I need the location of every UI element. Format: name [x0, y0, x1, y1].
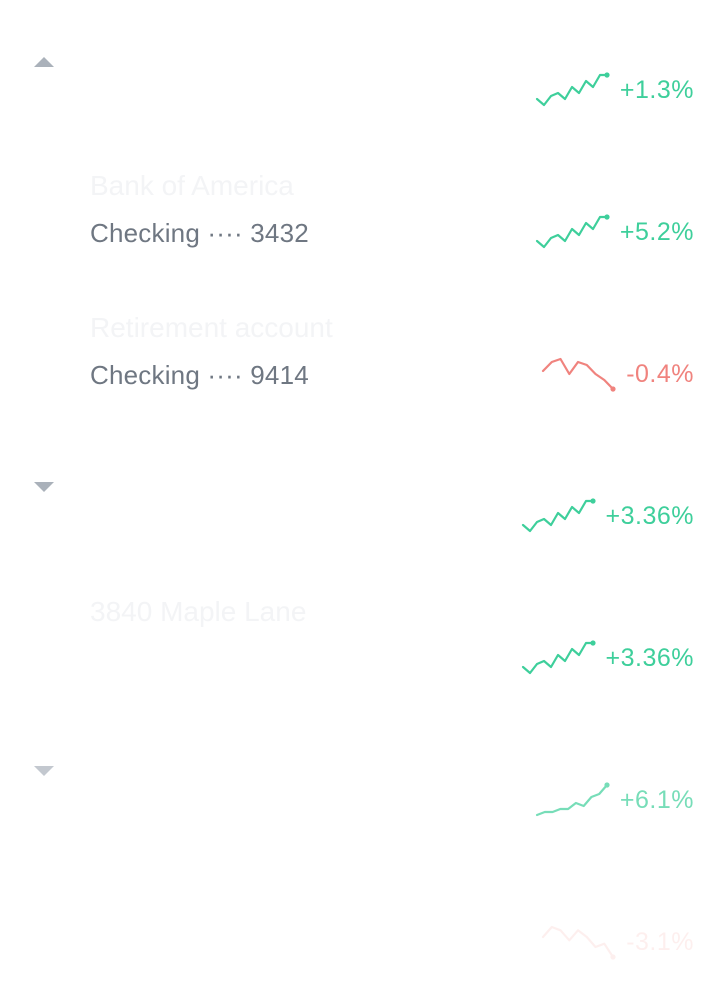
change-percent: +3.36% — [605, 501, 694, 530]
sparkline-chart — [535, 782, 610, 817]
sparkline-line — [535, 215, 609, 249]
sparkline-line — [521, 499, 594, 533]
account-row[interactable]: 3840 Maple Lane +3.36% — [0, 568, 722, 710]
sparkline-end-dot — [604, 214, 610, 220]
sparkline-chart — [521, 640, 596, 675]
performance: -0.4% — [540, 356, 694, 392]
change-percent: +5.2% — [619, 217, 694, 246]
triangle-down-icon[interactable] — [34, 766, 54, 776]
sparkline-line — [535, 73, 609, 107]
sparkline-line — [542, 357, 615, 391]
accounts-list: +1.3% Bank of America Checking ···· 3432… — [0, 0, 722, 994]
sparkline-end-dot — [604, 782, 610, 788]
change-percent: +6.1% — [619, 785, 694, 814]
sparkline-chart — [542, 925, 616, 960]
change-percent: -3.1% — [626, 927, 694, 956]
sparkline-chart — [521, 498, 596, 533]
performance: +3.36% — [520, 498, 695, 534]
account-row[interactable]: Retirement account Checking ···· 9414 -0… — [0, 284, 722, 426]
performance: -3.1% — [540, 924, 694, 960]
account-name: Retirement account — [90, 312, 333, 343]
account-row[interactable]: +3.36% — [0, 426, 722, 568]
sparkline-chart — [542, 357, 616, 392]
sparkline-end-dot — [610, 954, 616, 960]
account-name: Bank of America — [90, 170, 294, 201]
performance: +3.36% — [520, 640, 695, 676]
sparkline-chart — [535, 214, 610, 249]
change-percent: +1.3% — [619, 75, 694, 104]
sparkline-end-dot — [589, 640, 596, 646]
performance: +6.1% — [534, 782, 694, 818]
sparkline-end-dot — [610, 386, 616, 392]
sparkline-line — [521, 641, 594, 675]
account-subtitle: Checking ···· 3432 — [90, 218, 309, 248]
sparkline-end-dot — [604, 72, 610, 78]
performance: +1.3% — [534, 72, 694, 108]
account-row[interactable]: +6.1% — [0, 710, 722, 852]
account-subtitle: Checking ···· 9414 — [90, 360, 309, 390]
sparkline-chart — [535, 72, 610, 107]
sparkline-end-dot — [589, 498, 596, 504]
account-row[interactable]: -3.1% — [0, 852, 722, 994]
triangle-down-icon[interactable] — [34, 482, 54, 492]
sparkline-line — [542, 925, 615, 959]
account-name: 3840 Maple Lane — [90, 596, 307, 627]
change-percent: -0.4% — [626, 359, 694, 388]
sparkline-line — [535, 783, 609, 817]
change-percent: +3.36% — [605, 643, 694, 672]
account-row[interactable]: Bank of America Checking ···· 3432 +5.2% — [0, 142, 722, 284]
triangle-up-icon[interactable] — [34, 57, 54, 67]
performance: +5.2% — [534, 214, 694, 250]
account-row[interactable]: +1.3% — [0, 0, 722, 142]
